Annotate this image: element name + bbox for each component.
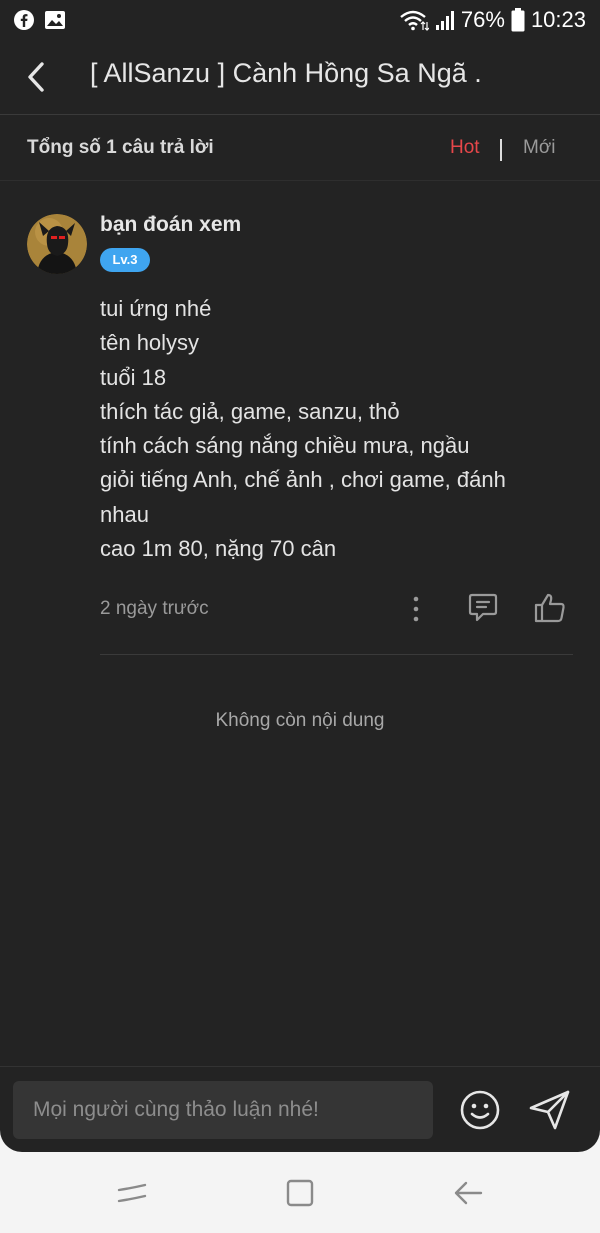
battery-percent: 76% [460,7,505,32]
back-nav-icon[interactable] [451,1176,485,1210]
app-screen: 76% 10:23 [ AllSanzu ] Cành Hồng Sa Ngã … [0,0,600,1152]
system-nav-bar [0,1152,600,1233]
avatar[interactable] [27,214,87,274]
status-bar: 76% 10:23 [0,0,600,40]
answer-line: tính cách sáng nắng chiều mưa, ngầu [100,433,470,459]
recent-apps-icon[interactable] [115,1176,149,1210]
answer-line: cao 1m 80, nặng 70 cân [100,536,337,562]
sort-divider [500,139,502,161]
wifi-icon [400,10,429,31]
answer-time: 2 ngày trước [100,598,209,619]
answer-line: giỏi tiếng Anh, chế ảnh , chơi game, đán… [100,467,506,493]
send-icon[interactable] [528,1089,572,1131]
emoji-icon[interactable] [459,1089,501,1131]
home-icon[interactable] [283,1176,317,1210]
answer-line: tên holysy [100,330,200,356]
more-options-icon[interactable] [404,594,428,624]
sort-new-tab[interactable]: Mới [523,137,556,159]
comment-composer [0,1066,600,1152]
back-icon[interactable] [20,54,56,100]
app-bar: [ AllSanzu ] Cành Hồng Sa Ngã . [0,40,600,115]
answer-line: thích tác giả, game, sanzu, thỏ [100,398,400,424]
battery-icon [511,8,525,32]
facebook-icon [14,10,34,30]
divider [100,654,573,655]
status-right: 76% 10:23 [399,4,586,36]
page-title: [ AllSanzu ] Cành Hồng Sa Ngã . [90,58,482,88]
like-icon[interactable] [533,591,567,625]
sort-hot-tab[interactable]: Hot [450,137,480,159]
answer-line: nhau [100,501,149,527]
answer-body: tui ứng nhé tên holysy tuổi 18 thích tác… [100,292,560,566]
answers-header: Tổng số 1 câu trả lời Hot Mới [0,115,600,181]
answer-line: tuổi 18 [100,364,167,390]
comment-input[interactable] [13,1081,433,1139]
answers-count: Tổng số 1 câu trả lời [27,137,214,158]
signal-icon [435,11,454,30]
level-badge: Lv.3 [100,248,150,272]
gallery-icon [45,11,65,29]
username[interactable]: bạn đoán xem [100,213,241,237]
clock: 10:23 [530,7,586,32]
answer-line: tui ứng nhé [100,296,212,321]
end-of-list-text: Không còn nội dung [215,710,385,731]
reply-comment-icon[interactable] [467,591,499,625]
